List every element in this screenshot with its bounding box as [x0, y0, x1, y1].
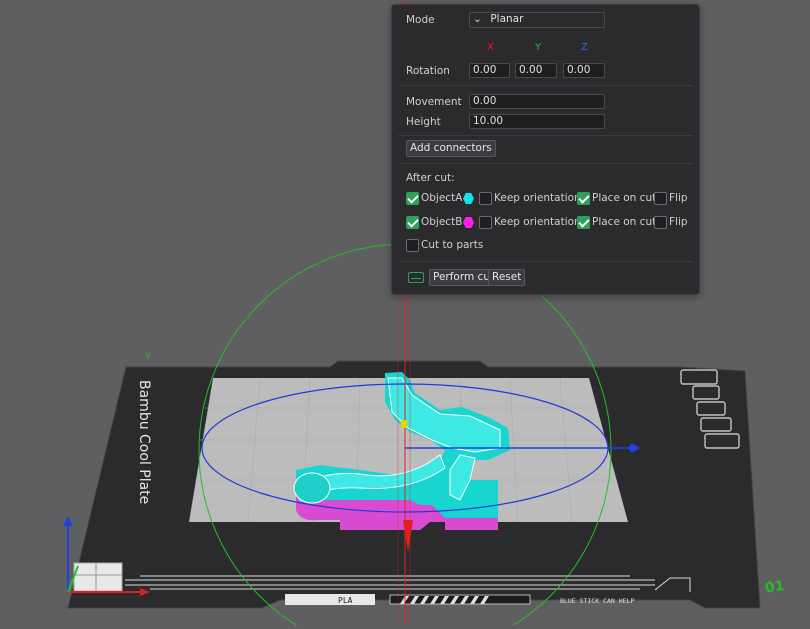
object-a-checkbox[interactable] — [406, 192, 419, 205]
object-a-flip-label: Flip — [669, 192, 688, 204]
plate-tag: PLA — [338, 596, 353, 605]
rotation-label: Rotation — [406, 65, 450, 77]
cut-to-parts-label: Cut to parts — [421, 239, 484, 251]
object-a-flip-checkbox[interactable] — [654, 192, 667, 205]
mode-select[interactable]: ⌄ Planar — [469, 12, 605, 28]
plate-hint: BLUE STICK CAN HELP — [560, 597, 634, 605]
cut-tool-panel: Mode ⌄ Planar X Y Z Rotation 0.00 0.00 0… — [391, 4, 700, 295]
mode-select-value: Planar — [490, 13, 524, 25]
add-connectors-button[interactable]: Add connectors — [406, 140, 496, 157]
cut-to-parts-checkbox[interactable] — [406, 239, 419, 252]
height-input[interactable]: 10.00 — [469, 114, 605, 129]
mode-label: Mode — [406, 14, 435, 26]
axis-x-header: X — [487, 42, 494, 53]
after-cut-label: After cut: — [406, 172, 455, 184]
movement-input[interactable]: 0.00 — [469, 94, 605, 109]
object-b-color-icon — [463, 217, 474, 228]
object-a-place-on-cut-label: Place on cut — [592, 192, 657, 204]
axis-y-header: Y — [535, 42, 542, 53]
plate-title: Bambu Cool Plate — [136, 380, 152, 504]
object-a-label: ObjectA — [421, 192, 463, 204]
object-b-keep-orientation-checkbox[interactable] — [479, 216, 492, 229]
divider — [398, 85, 693, 86]
divider — [398, 135, 693, 136]
rotation-x-input[interactable]: 0.00 — [469, 63, 510, 78]
rotation-z-input[interactable]: 0.00 — [563, 63, 605, 78]
object-b-label: ObjectB — [421, 216, 463, 228]
divider — [398, 163, 693, 164]
object-b-checkbox[interactable] — [406, 216, 419, 229]
object-b-keep-orientation-label: Keep orientation — [494, 216, 581, 228]
plate-number: 01 — [764, 578, 786, 597]
object-b-flip-label: Flip — [669, 216, 688, 228]
object-b-place-on-cut-label: Place on cut — [592, 216, 657, 228]
object-a-keep-orientation-checkbox[interactable] — [479, 192, 492, 205]
plate-corner-logo — [73, 562, 123, 592]
divider — [398, 261, 693, 262]
rotation-y-input[interactable]: 0.00 — [515, 63, 557, 78]
axis-z-header: Z — [581, 42, 588, 53]
reset-button[interactable]: Reset — [488, 269, 526, 286]
svg-text:∨: ∨ — [145, 351, 152, 361]
keyboard-icon[interactable] — [408, 272, 424, 283]
chevron-down-icon: ⌄ — [473, 13, 482, 25]
object-b-flip-checkbox[interactable] — [654, 216, 667, 229]
object-a-keep-orientation-label: Keep orientation — [494, 192, 581, 204]
object-a-place-on-cut-checkbox[interactable] — [577, 192, 590, 205]
object-b-place-on-cut-checkbox[interactable] — [577, 216, 590, 229]
height-label: Height — [406, 116, 441, 128]
object-a-color-icon — [463, 193, 474, 204]
movement-label: Movement — [406, 96, 462, 108]
